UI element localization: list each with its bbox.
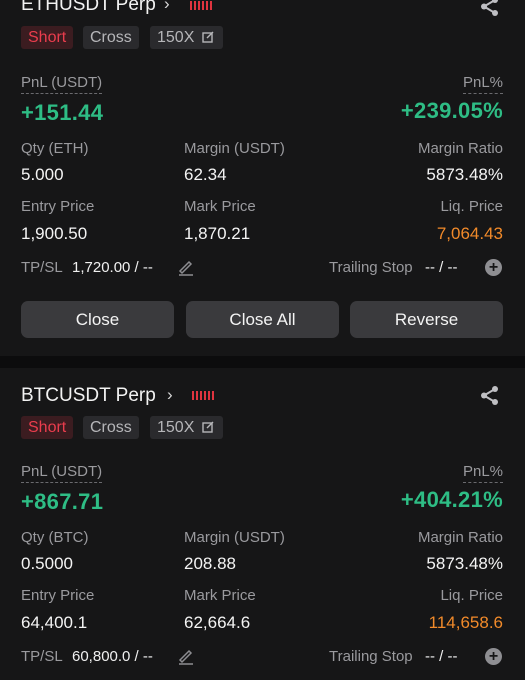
trailing-stop-value: -- / --	[425, 259, 458, 276]
card-separator	[0, 356, 525, 368]
share-icon[interactable]	[479, 386, 501, 406]
plus-circle-icon[interactable]: +	[485, 259, 502, 276]
liq-price-label: Liq. Price	[440, 587, 503, 604]
signal-bars-icon	[190, 1, 212, 10]
tpsl-label: TP/SL	[21, 259, 63, 276]
margin-ratio-label: Margin Ratio	[417, 529, 503, 546]
trailing-stop-label: Trailing Stop	[329, 648, 413, 665]
mark-price-value: 1,870.21	[184, 224, 251, 243]
pnl-label: PnL (USDT)	[21, 463, 103, 483]
mark-price-label: Mark Price	[184, 198, 256, 215]
edit-icon	[202, 421, 214, 433]
qty-label: Qty (BTC)	[21, 529, 89, 546]
margin-ratio-value: 5873.48%	[426, 165, 503, 184]
entry-price-value: 1,900.50	[21, 224, 88, 243]
chevron-right-icon[interactable]: ›	[167, 385, 173, 405]
side-badge: Short	[21, 26, 74, 49]
margin-value: 62.34	[184, 165, 227, 184]
entry-price-label: Entry Price	[21, 198, 95, 215]
tpsl-value: 1,720.00 / --	[72, 259, 153, 276]
margin-value: 208.88	[184, 554, 236, 573]
tpsl-value: 60,800.0 / --	[72, 648, 153, 665]
close-all-button[interactable]: Close All	[186, 301, 339, 338]
symbol-title[interactable]: ETHUSDT Perp	[21, 0, 156, 16]
pnl-label: PnL (USDT)	[21, 74, 103, 94]
entry-price-label: Entry Price	[21, 587, 95, 604]
margin-ratio-value: 5873.48%	[426, 554, 503, 573]
liq-price-label: Liq. Price	[440, 198, 503, 215]
qty-value: 0.5000	[21, 554, 73, 573]
liq-price-value: 114,658.6	[428, 613, 503, 632]
position-card-btc: BTCUSDT Perp › Short Cross 150X PnL (USD…	[0, 368, 525, 680]
pnl-pct-label: PnL%	[462, 74, 503, 94]
reverse-button[interactable]: Reverse	[350, 301, 503, 338]
qty-label: Qty (ETH)	[21, 140, 89, 157]
liq-price-value: 7,064.43	[436, 224, 503, 243]
pnl-pct-label: PnL%	[462, 463, 503, 483]
leverage-button[interactable]: 150X	[150, 416, 223, 439]
close-button[interactable]: Close	[21, 301, 174, 338]
leverage-value: 150X	[157, 419, 195, 436]
margin-label: Margin (USDT)	[184, 140, 285, 157]
entry-price-value: 64,400.1	[21, 613, 88, 632]
pencil-icon[interactable]	[177, 647, 195, 665]
margin-ratio-label: Margin Ratio	[417, 140, 503, 157]
position-card-eth: ETHUSDT Perp › Short Cross 150X PnL (USD…	[0, 0, 525, 356]
mark-price-value: 62,664.6	[184, 613, 251, 632]
qty-value: 5.000	[21, 165, 64, 184]
signal-bars-icon	[192, 391, 214, 400]
chevron-right-icon[interactable]: ›	[164, 0, 170, 14]
mark-price-label: Mark Price	[184, 587, 256, 604]
trailing-stop-value: -- / --	[425, 648, 458, 665]
plus-circle-icon[interactable]: +	[485, 648, 502, 665]
side-badge: Short	[21, 416, 74, 439]
leverage-value: 150X	[157, 29, 195, 46]
pnl-value: +867.71	[21, 489, 104, 514]
share-icon[interactable]	[479, 0, 501, 17]
margin-label: Margin (USDT)	[184, 529, 285, 546]
symbol-title[interactable]: BTCUSDT Perp	[21, 385, 156, 407]
trailing-stop-label: Trailing Stop	[329, 259, 413, 276]
pencil-icon[interactable]	[177, 258, 195, 276]
margin-mode-badge[interactable]: Cross	[83, 416, 139, 439]
edit-icon	[202, 31, 214, 43]
margin-mode-badge[interactable]: Cross	[83, 26, 139, 49]
tpsl-label: TP/SL	[21, 648, 63, 665]
leverage-button[interactable]: 150X	[150, 26, 223, 49]
pnl-pct-value: +239.05%	[400, 98, 503, 123]
pnl-pct-value: +404.21%	[400, 487, 503, 512]
pnl-value: +151.44	[21, 100, 104, 125]
